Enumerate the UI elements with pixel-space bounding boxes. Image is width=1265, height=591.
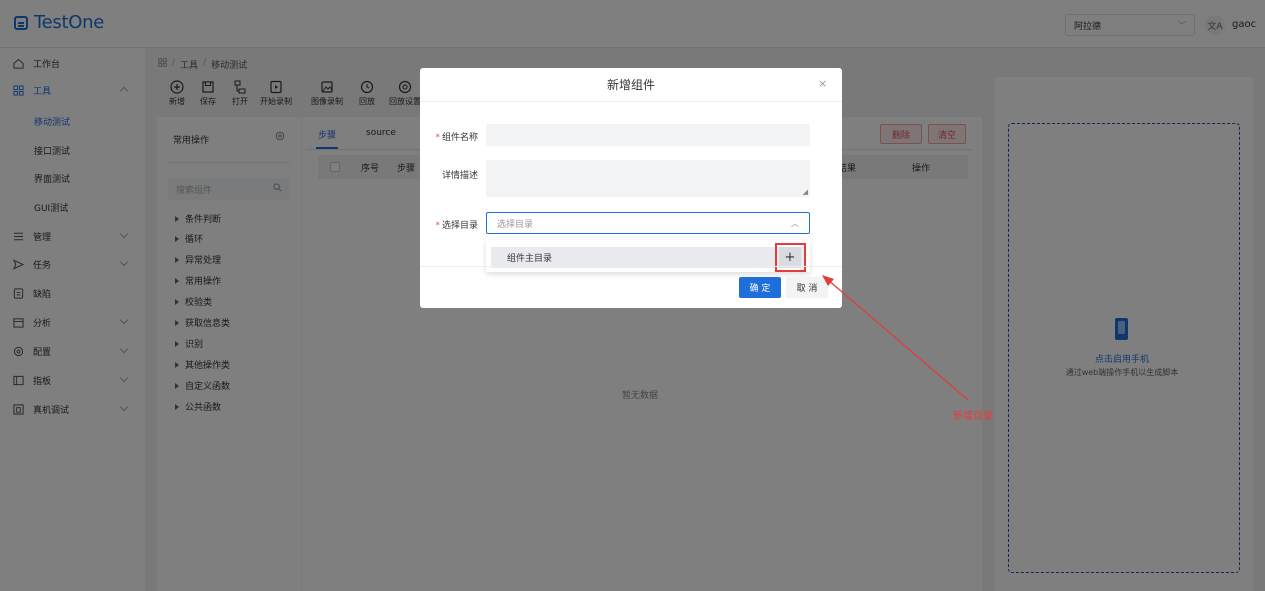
annotation-arrow [822,275,969,401]
annotation-label: 新增目录 [953,411,993,422]
